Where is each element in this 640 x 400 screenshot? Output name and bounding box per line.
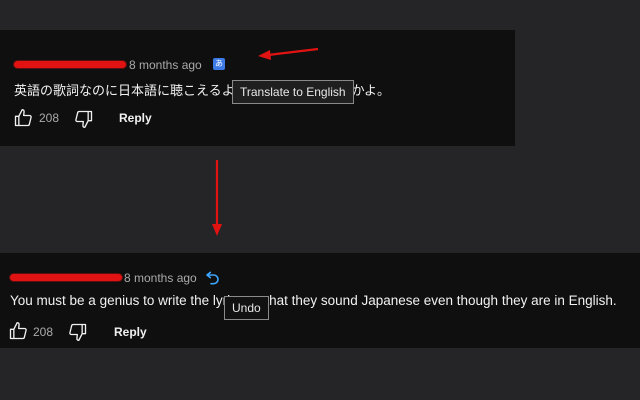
annotation-arrows	[212, 47, 319, 236]
arrow-to-translate-icon	[258, 47, 319, 60]
arrow-down-to-translation	[212, 160, 222, 236]
